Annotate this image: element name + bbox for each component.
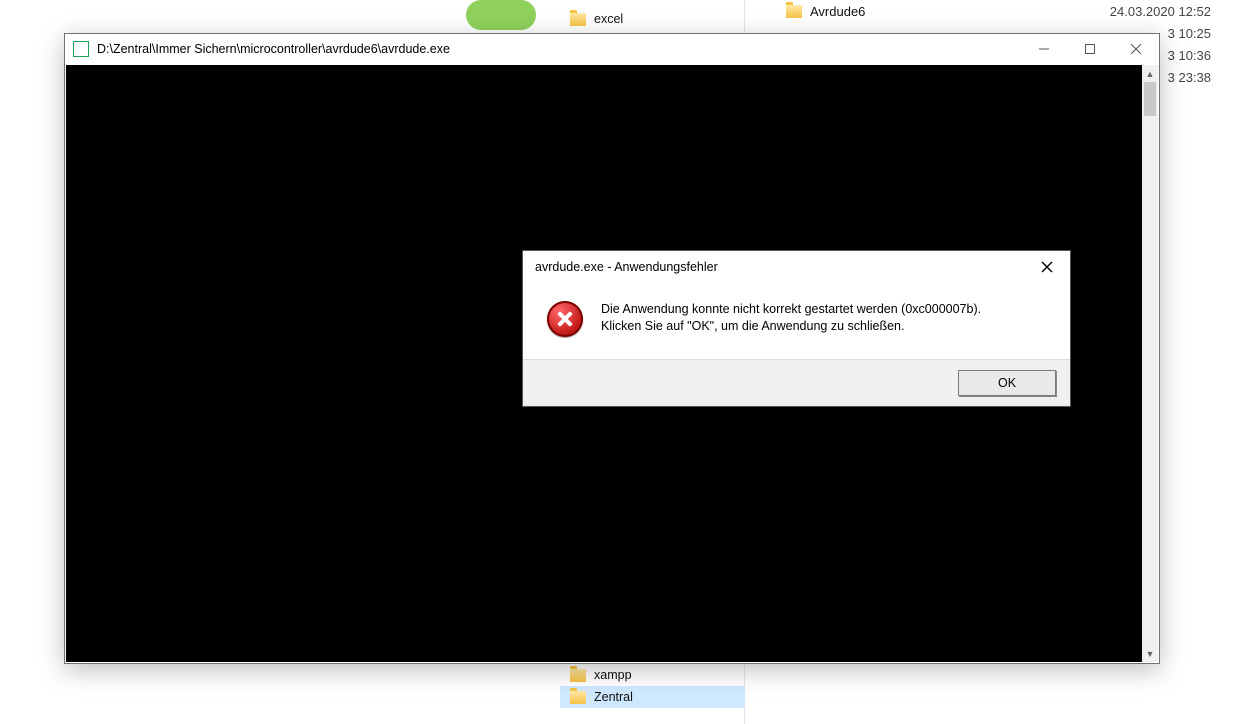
list-item-label: Zentral <box>594 690 633 704</box>
folder-icon <box>570 691 586 704</box>
file-date: 24.03.2020 12:52 <box>1110 4 1251 19</box>
dialog-message: Die Anwendung konnte nicht korrekt gesta… <box>601 301 981 337</box>
error-dialog: avrdude.exe - Anwendungsfehler Die Anwen… <box>522 250 1071 407</box>
file-date-partial: 3 10:25 <box>1168 26 1251 41</box>
file-name: Avrdude6 <box>810 4 865 19</box>
folder-icon <box>570 13 586 26</box>
table-row[interactable]: Avrdude6 24.03.2020 12:52 <box>756 0 1251 22</box>
file-date-partial: 3 10:36 <box>1168 48 1251 63</box>
list-item-label: excel <box>594 12 623 26</box>
dialog-close-button[interactable] <box>1032 252 1062 282</box>
dialog-message-line1: Die Anwendung konnte nicht korrekt gesta… <box>601 301 981 318</box>
dialog-title: avrdude.exe - Anwendungsfehler <box>535 260 1032 274</box>
explorer-middle-bottom: xampp Zentral <box>560 664 745 708</box>
list-item[interactable]: Zentral <box>560 686 745 708</box>
window-controls <box>1021 34 1159 64</box>
background-decoration <box>466 0 536 30</box>
ok-button[interactable]: OK <box>958 370 1056 396</box>
scroll-up-icon[interactable]: ▲ <box>1142 65 1158 82</box>
dialog-body: Die Anwendung konnte nicht korrekt gesta… <box>523 283 1070 359</box>
ok-button-label: OK <box>998 376 1016 390</box>
folder-icon <box>570 669 586 682</box>
scrollbar[interactable]: ▲ ▼ <box>1142 65 1158 662</box>
app-icon <box>73 41 89 57</box>
scroll-down-icon[interactable]: ▼ <box>1142 645 1158 662</box>
minimize-button[interactable] <box>1021 34 1067 64</box>
file-date-partial: 3 23:38 <box>1168 70 1251 85</box>
scroll-thumb[interactable] <box>1144 82 1156 116</box>
titlebar[interactable]: D:\Zentral\Immer Sichern\microcontroller… <box>65 34 1159 64</box>
close-button[interactable] <box>1113 34 1159 64</box>
folder-icon <box>786 5 802 18</box>
list-item[interactable]: excel <box>560 8 744 30</box>
maximize-button[interactable] <box>1067 34 1113 64</box>
list-item-label: xampp <box>594 668 632 682</box>
dialog-message-line2: Klicken Sie auf "OK", um die Anwendung z… <box>601 318 981 335</box>
dialog-footer: OK <box>523 359 1070 406</box>
error-icon <box>547 301 583 337</box>
dialog-titlebar[interactable]: avrdude.exe - Anwendungsfehler <box>523 251 1070 283</box>
window-title: D:\Zentral\Immer Sichern\microcontroller… <box>97 42 1021 56</box>
list-item[interactable]: xampp <box>560 664 745 686</box>
